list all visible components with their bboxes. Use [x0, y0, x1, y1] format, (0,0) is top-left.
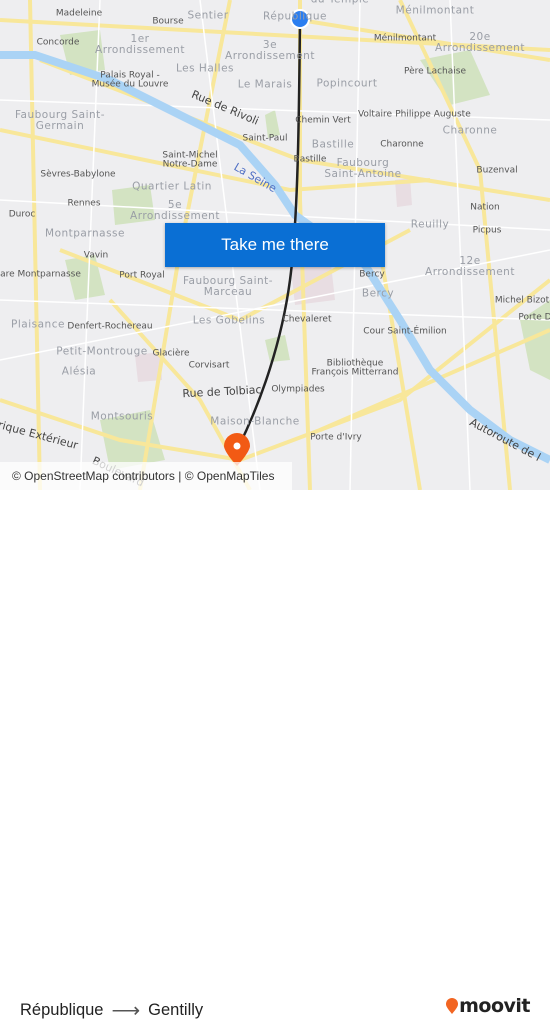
map-label: Bastille: [293, 154, 327, 165]
map-label: Petit-Montrouge: [56, 345, 148, 358]
map-label: 3e Arrondissement: [225, 38, 315, 62]
map-label: Gare Montparnasse: [0, 269, 81, 280]
map-label: du Temple: [311, 0, 370, 6]
map-label: Alésia: [61, 365, 97, 378]
map-label: Duroc: [8, 209, 36, 220]
map-label: Sentier: [187, 9, 229, 22]
moovit-logo[interactable]: moovit: [445, 995, 530, 1017]
map-label: Quartier Latin: [132, 180, 212, 193]
map-label: Rennes: [67, 198, 101, 209]
arrow-right-icon: ⟶: [111, 1000, 141, 1022]
destination-name: Gentilly: [148, 1001, 204, 1019]
map-label: Concorde: [36, 37, 80, 48]
map-label: Père Lachaise: [404, 66, 466, 77]
map-label: Nation: [470, 202, 500, 213]
map-label: Reuilly: [410, 218, 450, 231]
map-label: Buzenval: [476, 165, 518, 176]
map-label: Chevaleret: [282, 314, 332, 325]
map-label: Bibliothèque François Mitterrand: [311, 358, 399, 378]
map-label: Glacière: [152, 348, 190, 359]
footer: République ⟶ Gentilly moovit: [0, 490, 550, 1022]
map-label: Les Gobelins: [192, 314, 266, 327]
map-label: Le Marais: [237, 78, 293, 91]
map-label: Michel Bizot: [494, 295, 550, 306]
moovit-wordmark: moovit: [459, 995, 530, 1017]
map-label: Denfert-Rochereau: [67, 321, 153, 332]
map-label: 12e Arrondissement: [425, 254, 515, 278]
map-label: Ménilmontant: [373, 33, 437, 44]
origin-name: République: [20, 1001, 104, 1019]
map-label: Faubourg Saint- Marceau: [182, 274, 274, 298]
map-label: Port Royal: [119, 270, 165, 281]
map-label: Vavin: [83, 250, 109, 261]
map-attribution[interactable]: © OpenStreetMap contributors | © OpenMap…: [0, 462, 292, 490]
map-label: Faubourg Saint- Germain: [14, 108, 106, 132]
map-label: Bercy: [361, 287, 395, 300]
map-label: Porte D: [518, 312, 550, 323]
map-label: Cour Saint-Émilion: [363, 326, 447, 337]
map-label: Plaisance: [11, 318, 65, 331]
map-label: Olympiades: [271, 384, 325, 395]
map-label: Maison-Blanche: [210, 415, 300, 428]
map-label: Bourse: [152, 16, 184, 27]
map-label: Les Halles: [175, 62, 235, 75]
map-label: 1er Arrondissement: [95, 32, 185, 56]
map-label: Corvisart: [188, 360, 230, 371]
map-label: Picpus: [472, 225, 502, 236]
map-label: Montparnasse: [45, 227, 125, 240]
map-label: Charonne: [380, 139, 424, 150]
take-me-there-button[interactable]: Take me there: [165, 223, 385, 267]
map-label: 5e Arrondissement: [130, 198, 220, 222]
map-label: Chemin Vert: [295, 115, 351, 126]
map-label: Bercy: [359, 269, 385, 280]
map-label: Voltaire: [357, 109, 393, 120]
map-label: Faubourg Saint-Antoine: [324, 156, 402, 180]
map[interactable]: Madeleine BourseSentier République du Templ…: [0, 0, 550, 490]
map-label: Saint-Paul: [242, 133, 288, 144]
moovit-pin-icon: [446, 998, 459, 1014]
map-label: 20e Arrondissement: [435, 30, 525, 54]
map-label: Charonne: [442, 124, 498, 137]
map-label: Philippe Auguste: [395, 109, 471, 120]
map-label: Popincourt: [316, 77, 378, 90]
map-label: Ménilmontant: [395, 4, 475, 17]
map-label: Madeleine: [55, 8, 103, 19]
map-label: Bastille: [311, 138, 355, 151]
map-label: Montsouris: [90, 410, 154, 423]
route-title: République ⟶ Gentilly: [20, 998, 203, 1023]
map-label: Porte d'Ivry: [310, 432, 362, 443]
map-label: République: [263, 10, 327, 23]
map-label: Sèvres-Babylone: [40, 169, 116, 180]
map-label: Palais Royal - Musée du Louvre: [91, 70, 169, 90]
map-label: Saint-Michel Notre-Dame: [162, 150, 218, 170]
